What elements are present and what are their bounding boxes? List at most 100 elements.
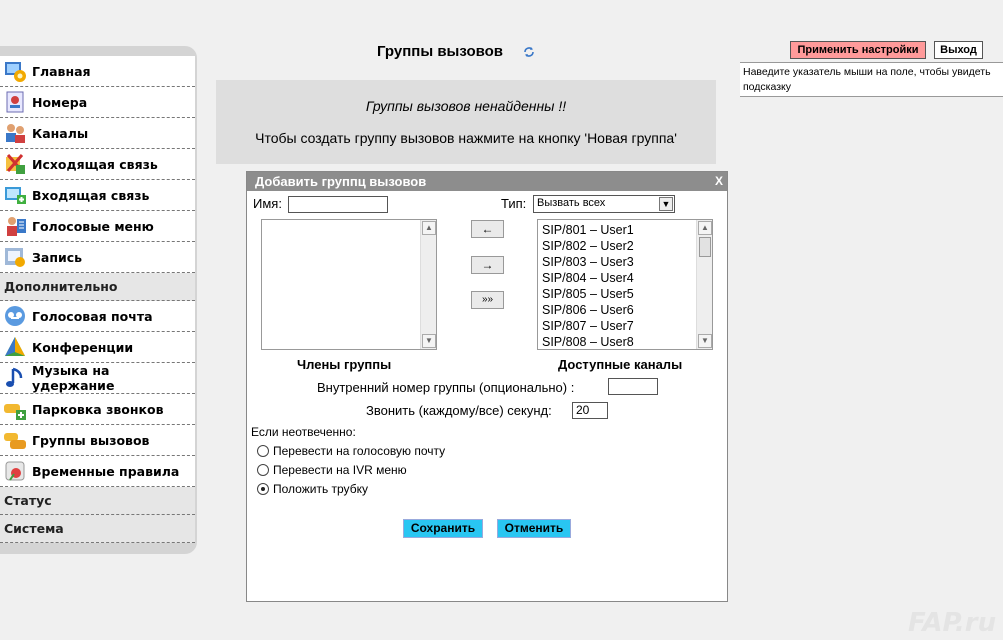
add-ring-group-dialog: Добавить группц вызовов X Имя: Тип: Вызв… [246,171,728,602]
scroll-down-icon[interactable]: ▼ [422,334,436,348]
ring-time-label: Звонить (каждому/все) секунд: [366,403,552,418]
type-select[interactable]: Вызвать всех ▼ [533,195,675,213]
time-rules-icon [5,461,25,481]
option-hangup[interactable]: Положить трубку [257,479,445,498]
sidebar-menu: Главная Номера Каналы Исходящая связь Вх… [0,56,195,543]
dialog-titlebar: Добавить группц вызовов X [247,172,727,191]
sidebar-item-numbers[interactable]: Номера [0,87,195,118]
extension-input[interactable] [608,378,658,395]
sidebar-section-status[interactable]: Статус [0,487,195,515]
cancel-button[interactable]: Отменить [497,519,571,538]
extension-label: Внутренний номер группы (опционально) : [317,380,575,395]
exit-button[interactable]: Выход [934,41,983,59]
sidebar: Главная Номера Каналы Исходящая связь Вх… [0,46,197,554]
name-input[interactable] [288,196,388,213]
notice-panel: Группы вызовов ненайденны !! Чтобы созда… [216,80,716,164]
apply-settings-button[interactable]: Применить настройки [790,41,926,59]
list-item[interactable]: SIP/804 – User4 [538,270,712,286]
sidebar-item-label: Парковка звонков [32,401,164,417]
option-label: Перевести на голосовую почту [273,443,446,458]
sidebar-item-label: Исходящая связь [32,156,158,172]
list-item[interactable]: SIP/806 – User6 [538,302,712,318]
sidebar-item-label: Номера [32,94,88,110]
conference-icon [5,337,25,356]
phone-book-icon [6,91,24,113]
page-title: Группы вызовов [377,43,504,60]
members-heading: Члены группы [297,357,392,372]
sidebar-item-label: Главная [32,63,91,79]
move-all-button[interactable]: »» [471,291,504,309]
no-answer-label: Если неотвеченно: [251,425,356,439]
sidebar-section-extra[interactable]: Дополнительно [0,273,195,301]
option-ivr[interactable]: Перевести на IVR меню [257,460,445,479]
sidebar-item-label: Музыка на удержание [32,363,115,393]
members-scrollbar[interactable]: ▲ ▼ [420,220,436,349]
ring-time-input[interactable]: 20 [572,402,608,419]
chevron-down-icon[interactable]: ▼ [659,197,673,211]
list-item[interactable]: SIP/807 – User7 [538,318,712,334]
sidebar-item-hold-music[interactable]: Музыка на удержание [0,363,195,394]
sidebar-item-voice-menu[interactable]: Голосовые меню [0,211,195,242]
call-parking-icon [4,404,26,420]
outgoing-call-icon [6,154,25,174]
available-heading: Доступные каналы [558,357,683,372]
sidebar-item-conference[interactable]: Конференции [0,332,195,363]
sidebar-item-label: Голосовые меню [32,218,154,234]
save-button[interactable]: Сохранить [403,519,483,538]
sidebar-item-channels[interactable]: Каналы [0,118,195,149]
channels-scrollbar[interactable]: ▲ ▼ [696,220,712,349]
incoming-call-icon [5,187,26,204]
voice-menu-icon [7,217,26,236]
scroll-thumb[interactable] [699,237,711,257]
group-members-list[interactable]: ▲ ▼ [261,219,437,350]
sidebar-item-label: Временные правила [32,463,180,479]
radio-voicemail[interactable] [257,444,269,457]
option-voicemail[interactable]: Перевести на голосовую почту [257,441,445,460]
radio-ivr[interactable] [257,463,269,476]
ring-groups-icon [4,433,26,449]
music-note-icon [6,367,23,387]
home-icon [5,62,26,82]
dialog-title: Добавить группц вызовов [255,174,427,189]
watermark-logo: FAP.ru [908,608,997,638]
voicemail-icon [5,306,25,326]
type-label: Тип: [501,196,527,211]
move-left-button[interactable]: ← [471,220,504,238]
type-select-value: Вызвать всех [537,197,606,209]
sidebar-item-voicemail[interactable]: Голосовая почта [0,301,195,332]
move-right-button[interactable]: → [471,256,504,274]
scroll-up-icon[interactable]: ▲ [698,221,712,235]
list-item[interactable]: SIP/803 – User3 [538,254,712,270]
scroll-up-icon[interactable]: ▲ [422,221,436,235]
sidebar-item-label: Голосовая почта [32,308,153,324]
no-answer-options: Перевести на голосовую почту Перевести н… [257,441,445,498]
list-item[interactable]: SIP/801 – User1 [538,222,712,238]
notice-instruction: Чтобы создать группу вызовов нажмите на … [255,130,677,146]
refresh-icon[interactable] [523,46,535,58]
list-item[interactable]: SIP/805 – User5 [538,286,712,302]
option-label: Перевести на IVR меню [273,462,407,477]
option-label: Положить трубку [273,481,368,496]
sidebar-item-label: Запись [32,249,83,265]
recording-icon [5,248,25,267]
users-icon [6,124,25,143]
radio-hangup[interactable] [257,482,269,495]
sidebar-item-call-parking[interactable]: Парковка звонков [0,394,195,425]
sidebar-item-home[interactable]: Главная [0,56,195,87]
sidebar-item-outgoing[interactable]: Исходящая связь [0,149,195,180]
sidebar-item-label: Каналы [32,125,89,141]
sidebar-section-system[interactable]: Система [0,515,195,543]
close-icon[interactable]: X [715,172,723,191]
sidebar-item-ring-groups[interactable]: Группы вызовов [0,425,195,456]
sidebar-item-recording[interactable]: Запись [0,242,195,273]
list-item[interactable]: SIP/802 – User2 [538,238,712,254]
available-channels-list[interactable]: SIP/801 – User1 SIP/802 – User2 SIP/803 … [537,219,713,350]
scroll-down-icon[interactable]: ▼ [698,334,712,348]
sidebar-item-label: Конференции [32,339,134,355]
notice-empty-message: Группы вызовов ненайденны !! [365,98,567,114]
sidebar-item-label: Входящая связь [32,187,150,203]
sidebar-item-time-rules[interactable]: Временные правила [0,456,195,487]
name-label: Имя: [253,196,282,211]
list-item[interactable]: SIP/808 – User8 [538,334,712,349]
sidebar-item-incoming[interactable]: Входящая связь [0,180,195,211]
